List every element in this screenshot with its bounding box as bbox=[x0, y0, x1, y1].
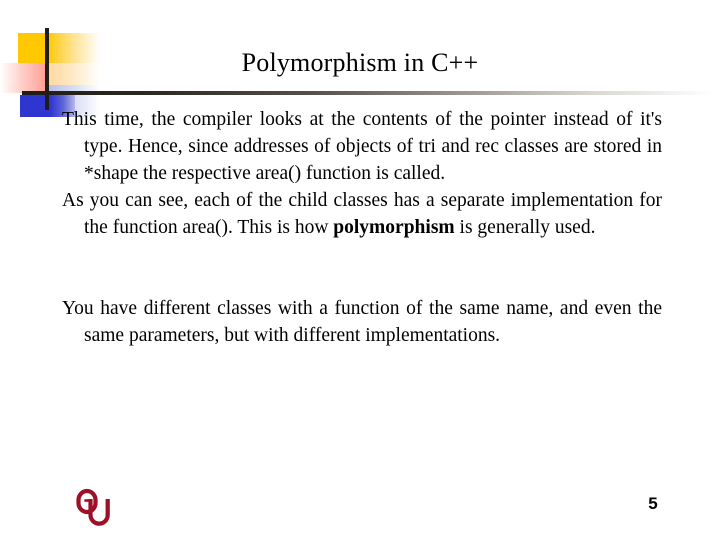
page-title: Polymorphism in C++ bbox=[241, 48, 479, 77]
paragraph-3-lead: You have different bbox=[62, 298, 211, 319]
paragraph-2-text-after: is generally used. bbox=[454, 217, 596, 238]
slide-body: This time, the compiler looks at the con… bbox=[62, 106, 662, 349]
paragraph-1-text: the compiler looks at the contents of th… bbox=[84, 109, 663, 184]
paragraph-2-emphasis: polymorphism bbox=[333, 217, 455, 238]
page-number: 5 bbox=[648, 494, 658, 513]
slide: Polymorphism in C++ This time, the compi… bbox=[0, 0, 720, 540]
paragraph-3: You have different classes with a functi… bbox=[62, 295, 662, 349]
vertical-rule-icon bbox=[45, 28, 49, 110]
ou-logo-icon bbox=[74, 486, 118, 530]
horizontal-rule bbox=[22, 91, 712, 95]
paragraph-2: As you can see, each of the child classe… bbox=[62, 187, 662, 241]
paragraph-1: This time, the compiler looks at the con… bbox=[62, 106, 662, 187]
paragraph-2-lead: As you can see, bbox=[62, 190, 189, 211]
paragraph-1-lead: This time, bbox=[62, 109, 144, 130]
